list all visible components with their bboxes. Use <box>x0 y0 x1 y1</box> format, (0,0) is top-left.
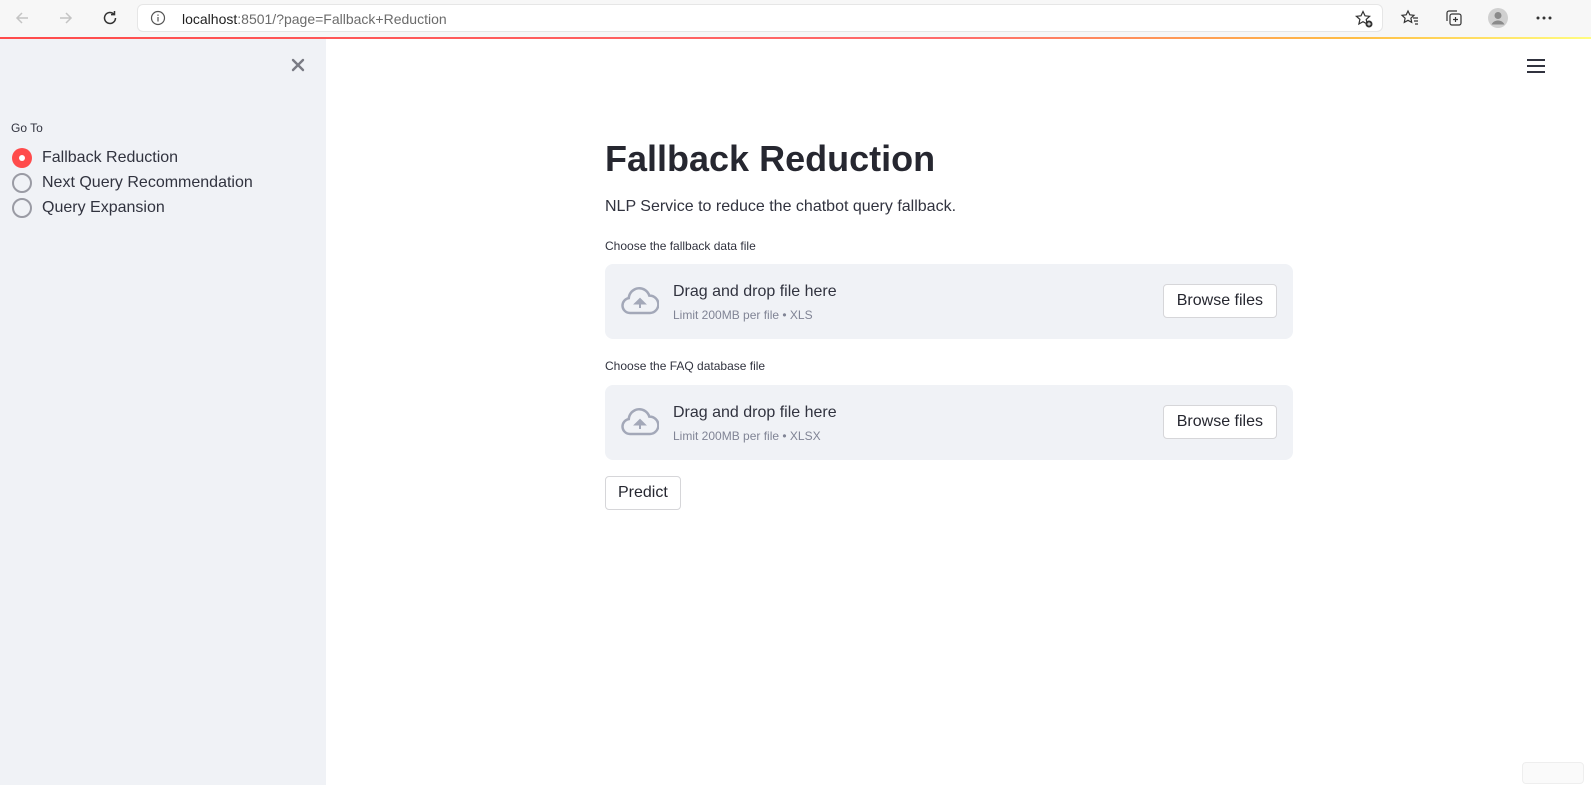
sidebar: Go To Fallback Reduction Next Query Reco… <box>0 39 326 785</box>
address-bar[interactable]: localhost:8501/?page=Fallback+Reduction <box>137 4 1383 32</box>
cloud-upload-icon <box>621 286 660 321</box>
predict-button[interactable]: Predict <box>605 476 681 510</box>
more-icon[interactable] <box>1530 5 1558 31</box>
page-subtitle: NLP Service to reduce the chatbot query … <box>605 198 957 215</box>
dropzone-limit: Limit 200MB per file • XLSX <box>673 429 821 443</box>
dropzone-instructions: Drag and drop file here <box>673 283 837 300</box>
faq-file-dropzone[interactable]: Drag and drop file here Limit 200MB per … <box>605 385 1293 460</box>
profile-icon[interactable] <box>1484 5 1512 31</box>
favorite-add-icon[interactable] <box>1354 9 1374 34</box>
page-title: Fallback Reduction <box>605 138 936 179</box>
fallback-file-label: Choose the fallback data file <box>605 239 756 253</box>
status-badge <box>1522 762 1584 784</box>
url-text: localhost:8501/?page=Fallback+Reduction <box>182 11 447 27</box>
url-path: :8501/?page=Fallback+Reduction <box>237 11 447 27</box>
radio-group-label: Go To <box>11 121 43 135</box>
browse-files-button[interactable]: Browse files <box>1162 405 1277 439</box>
browser-toolbar: localhost:8501/?page=Fallback+Reduction <box>0 0 1591 37</box>
radio-unselected-icon[interactable] <box>12 173 32 193</box>
forward-icon[interactable] <box>53 5 79 31</box>
faq-file-label: Choose the FAQ database file <box>605 359 766 373</box>
dropzone-instructions: Drag and drop file here <box>673 404 837 421</box>
url-host: localhost <box>182 11 238 27</box>
info-icon[interactable] <box>150 10 166 31</box>
close-icon[interactable] <box>288 55 308 75</box>
back-icon[interactable] <box>9 5 35 31</box>
radio-option-label: Fallback Reduction <box>42 149 179 166</box>
radio-selected-icon[interactable] <box>12 148 32 168</box>
browse-files-button[interactable]: Browse files <box>1162 284 1277 318</box>
radio-option-label: Query Expansion <box>42 199 165 216</box>
refresh-icon[interactable] <box>97 5 123 31</box>
hamburger-menu-icon[interactable] <box>1527 59 1545 75</box>
radio-unselected-icon[interactable] <box>12 198 32 218</box>
cloud-upload-icon <box>621 407 660 442</box>
favorites-icon[interactable] <box>1396 5 1424 31</box>
radio-option-next-query-recommendation[interactable]: Next Query Recommendation <box>12 172 253 194</box>
radio-option-query-expansion[interactable]: Query Expansion <box>12 197 165 219</box>
dropzone-limit: Limit 200MB per file • XLS <box>673 308 813 322</box>
radio-option-label: Next Query Recommendation <box>42 174 253 191</box>
radio-option-fallback-reduction[interactable]: Fallback Reduction <box>12 147 178 169</box>
collections-icon[interactable] <box>1440 5 1468 31</box>
fallback-file-dropzone[interactable]: Drag and drop file here Limit 200MB per … <box>605 264 1293 339</box>
